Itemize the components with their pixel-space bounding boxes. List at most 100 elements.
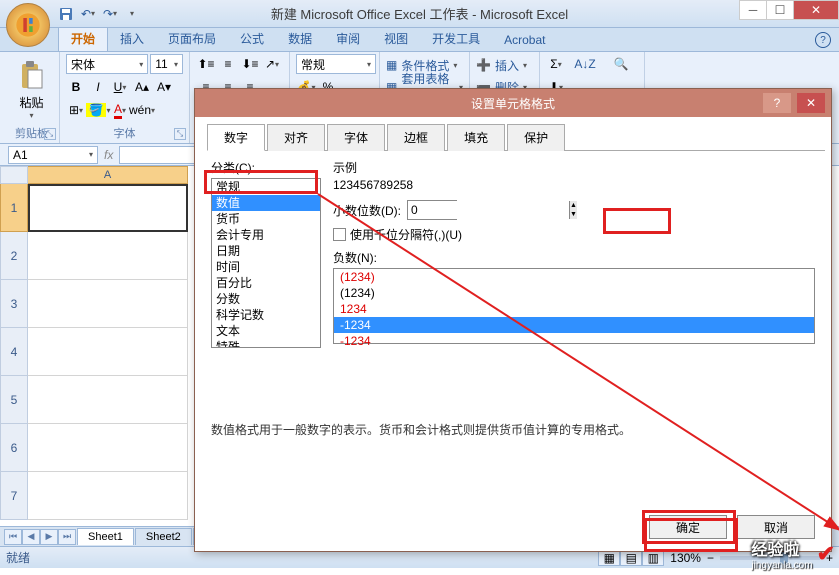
spinner-up-icon[interactable]: ▲ — [570, 201, 577, 210]
save-icon[interactable] — [56, 4, 76, 24]
select-all-corner[interactable] — [0, 166, 28, 184]
category-list[interactable]: 常规 数值 货币 会计专用 日期 时间 百分比 分数 科学记数 文本 特殊 自定… — [211, 178, 321, 348]
dialog-close-button[interactable]: ✕ — [797, 93, 825, 113]
align-top-button[interactable]: ⬆≡ — [196, 54, 216, 74]
tab-nav-next[interactable]: ▶ — [40, 529, 58, 545]
category-item[interactable]: 文本 — [212, 323, 320, 339]
dlg-tab-number[interactable]: 数字 — [207, 124, 265, 151]
dlg-tab-fill[interactable]: 填充 — [447, 124, 505, 151]
dlg-tab-border[interactable]: 边框 — [387, 124, 445, 151]
bold-button[interactable]: B — [66, 77, 86, 97]
align-middle-button[interactable]: ≡ — [218, 54, 238, 74]
category-item-selected[interactable]: 数值 — [212, 195, 320, 211]
align-bottom-button[interactable]: ⬇≡ — [240, 54, 260, 74]
row-header-4[interactable]: 4 — [0, 328, 28, 376]
tab-dev[interactable]: 开发工具 — [420, 26, 492, 51]
category-item[interactable]: 百分比 — [212, 275, 320, 291]
font-size-select[interactable]: 11▾ — [150, 54, 183, 74]
tab-home[interactable]: 开始 — [58, 25, 108, 51]
negative-list[interactable]: (1234) (1234) 1234 -1234 -1234 — [333, 268, 815, 344]
negative-item[interactable]: (1234) — [334, 285, 814, 301]
negative-item[interactable]: -1234 — [334, 333, 814, 349]
negative-item[interactable]: 1234 — [334, 301, 814, 317]
number-format-select[interactable]: 常规▾ — [296, 54, 376, 74]
phonetic-button[interactable]: wén▾ — [132, 100, 152, 120]
minimize-button[interactable]: ─ — [739, 0, 767, 20]
category-item[interactable]: 特殊 — [212, 339, 320, 348]
clipboard-expand-icon[interactable]: ⤡ — [44, 128, 56, 140]
grow-font-button[interactable]: A▴ — [132, 77, 152, 97]
decimal-input[interactable] — [408, 201, 569, 219]
cell[interactable] — [28, 424, 188, 472]
font-expand-icon[interactable]: ⤡ — [174, 128, 186, 140]
sheet-tab[interactable]: Sheet1 — [77, 528, 134, 545]
tab-review[interactable]: 审阅 — [324, 26, 372, 51]
font-color-button[interactable]: A▾ — [110, 100, 130, 120]
category-item[interactable]: 分数 — [212, 291, 320, 307]
ok-button[interactable]: 确定 — [649, 515, 727, 539]
category-item[interactable]: 时间 — [212, 259, 320, 275]
category-item[interactable]: 科学记数 — [212, 307, 320, 323]
col-header-a[interactable]: A — [28, 166, 188, 184]
row-header-5[interactable]: 5 — [0, 376, 28, 424]
tab-nav-first[interactable]: ⏮ — [4, 529, 22, 545]
tab-nav-prev[interactable]: ◀ — [22, 529, 40, 545]
cell[interactable] — [28, 280, 188, 328]
qat-customize-icon[interactable]: ▾ — [122, 4, 142, 24]
border-button[interactable]: ⊞▾ — [66, 100, 86, 120]
shrink-font-button[interactable]: A▾ — [154, 77, 174, 97]
category-item[interactable]: 日期 — [212, 243, 320, 259]
underline-button[interactable]: U▾ — [110, 77, 130, 97]
cell[interactable] — [28, 232, 188, 280]
thousands-checkbox[interactable] — [333, 228, 346, 241]
close-button[interactable]: ✕ — [793, 0, 839, 20]
cell[interactable] — [28, 328, 188, 376]
name-box[interactable]: A1▾ — [8, 146, 98, 164]
spinner-down-icon[interactable]: ▼ — [570, 210, 577, 219]
tab-layout[interactable]: 页面布局 — [156, 26, 228, 51]
tab-view[interactable]: 视图 — [372, 26, 420, 51]
maximize-button[interactable]: ☐ — [766, 0, 794, 20]
insert-cells-button[interactable]: ➕插入▾ — [476, 54, 533, 76]
redo-icon[interactable]: ↷▾ — [100, 4, 120, 24]
italic-button[interactable]: I — [88, 77, 108, 97]
dlg-tab-align[interactable]: 对齐 — [267, 124, 325, 151]
font-name-select[interactable]: 宋体▾ — [66, 54, 148, 74]
row-header-2[interactable]: 2 — [0, 232, 28, 280]
dlg-tab-protect[interactable]: 保护 — [507, 124, 565, 151]
category-item[interactable]: 货币 — [212, 211, 320, 227]
sort-filter-button[interactable]: A↓Z — [568, 54, 602, 74]
decimal-spinner[interactable]: ▲ ▼ — [407, 200, 457, 220]
help-icon[interactable]: ? — [815, 32, 831, 48]
row-header-1[interactable]: 1 — [0, 184, 28, 232]
tab-nav-last[interactable]: ⏭ — [58, 529, 76, 545]
category-item[interactable]: 会计专用 — [212, 227, 320, 243]
negative-item-selected[interactable]: -1234 — [334, 317, 814, 333]
orientation-button[interactable]: ↗▾ — [262, 54, 282, 74]
row-header-6[interactable]: 6 — [0, 424, 28, 472]
dialog-help-button[interactable]: ? — [763, 93, 791, 113]
autosum-button[interactable]: Σ▾ — [546, 54, 566, 74]
active-cell[interactable] — [28, 184, 188, 232]
category-item[interactable]: 常规 — [212, 179, 320, 195]
tab-formula[interactable]: 公式 — [228, 26, 276, 51]
cell[interactable] — [28, 472, 188, 520]
tab-insert[interactable]: 插入 — [108, 26, 156, 51]
tab-data[interactable]: 数据 — [276, 26, 324, 51]
cell[interactable] — [28, 376, 188, 424]
negative-item[interactable]: (1234) — [334, 269, 814, 285]
paste-button[interactable]: 粘贴 ▾ — [10, 54, 53, 120]
fill-color-button[interactable]: 🪣▾ — [88, 100, 108, 120]
zoom-out-button[interactable]: − — [707, 551, 714, 565]
dlg-tab-font[interactable]: 字体 — [327, 124, 385, 151]
office-button[interactable] — [6, 3, 50, 47]
fx-icon[interactable]: fx — [104, 148, 113, 162]
sample-label: 示例 — [333, 159, 815, 176]
row-header-7[interactable]: 7 — [0, 472, 28, 520]
find-button[interactable]: 🔍 — [604, 54, 638, 74]
row-header-3[interactable]: 3 — [0, 280, 28, 328]
dialog-titlebar[interactable]: 设置单元格格式 ? ✕ — [195, 89, 831, 117]
undo-icon[interactable]: ↶▾ — [78, 4, 98, 24]
tab-acrobat[interactable]: Acrobat — [492, 29, 557, 51]
sheet-tab[interactable]: Sheet2 — [135, 528, 192, 545]
